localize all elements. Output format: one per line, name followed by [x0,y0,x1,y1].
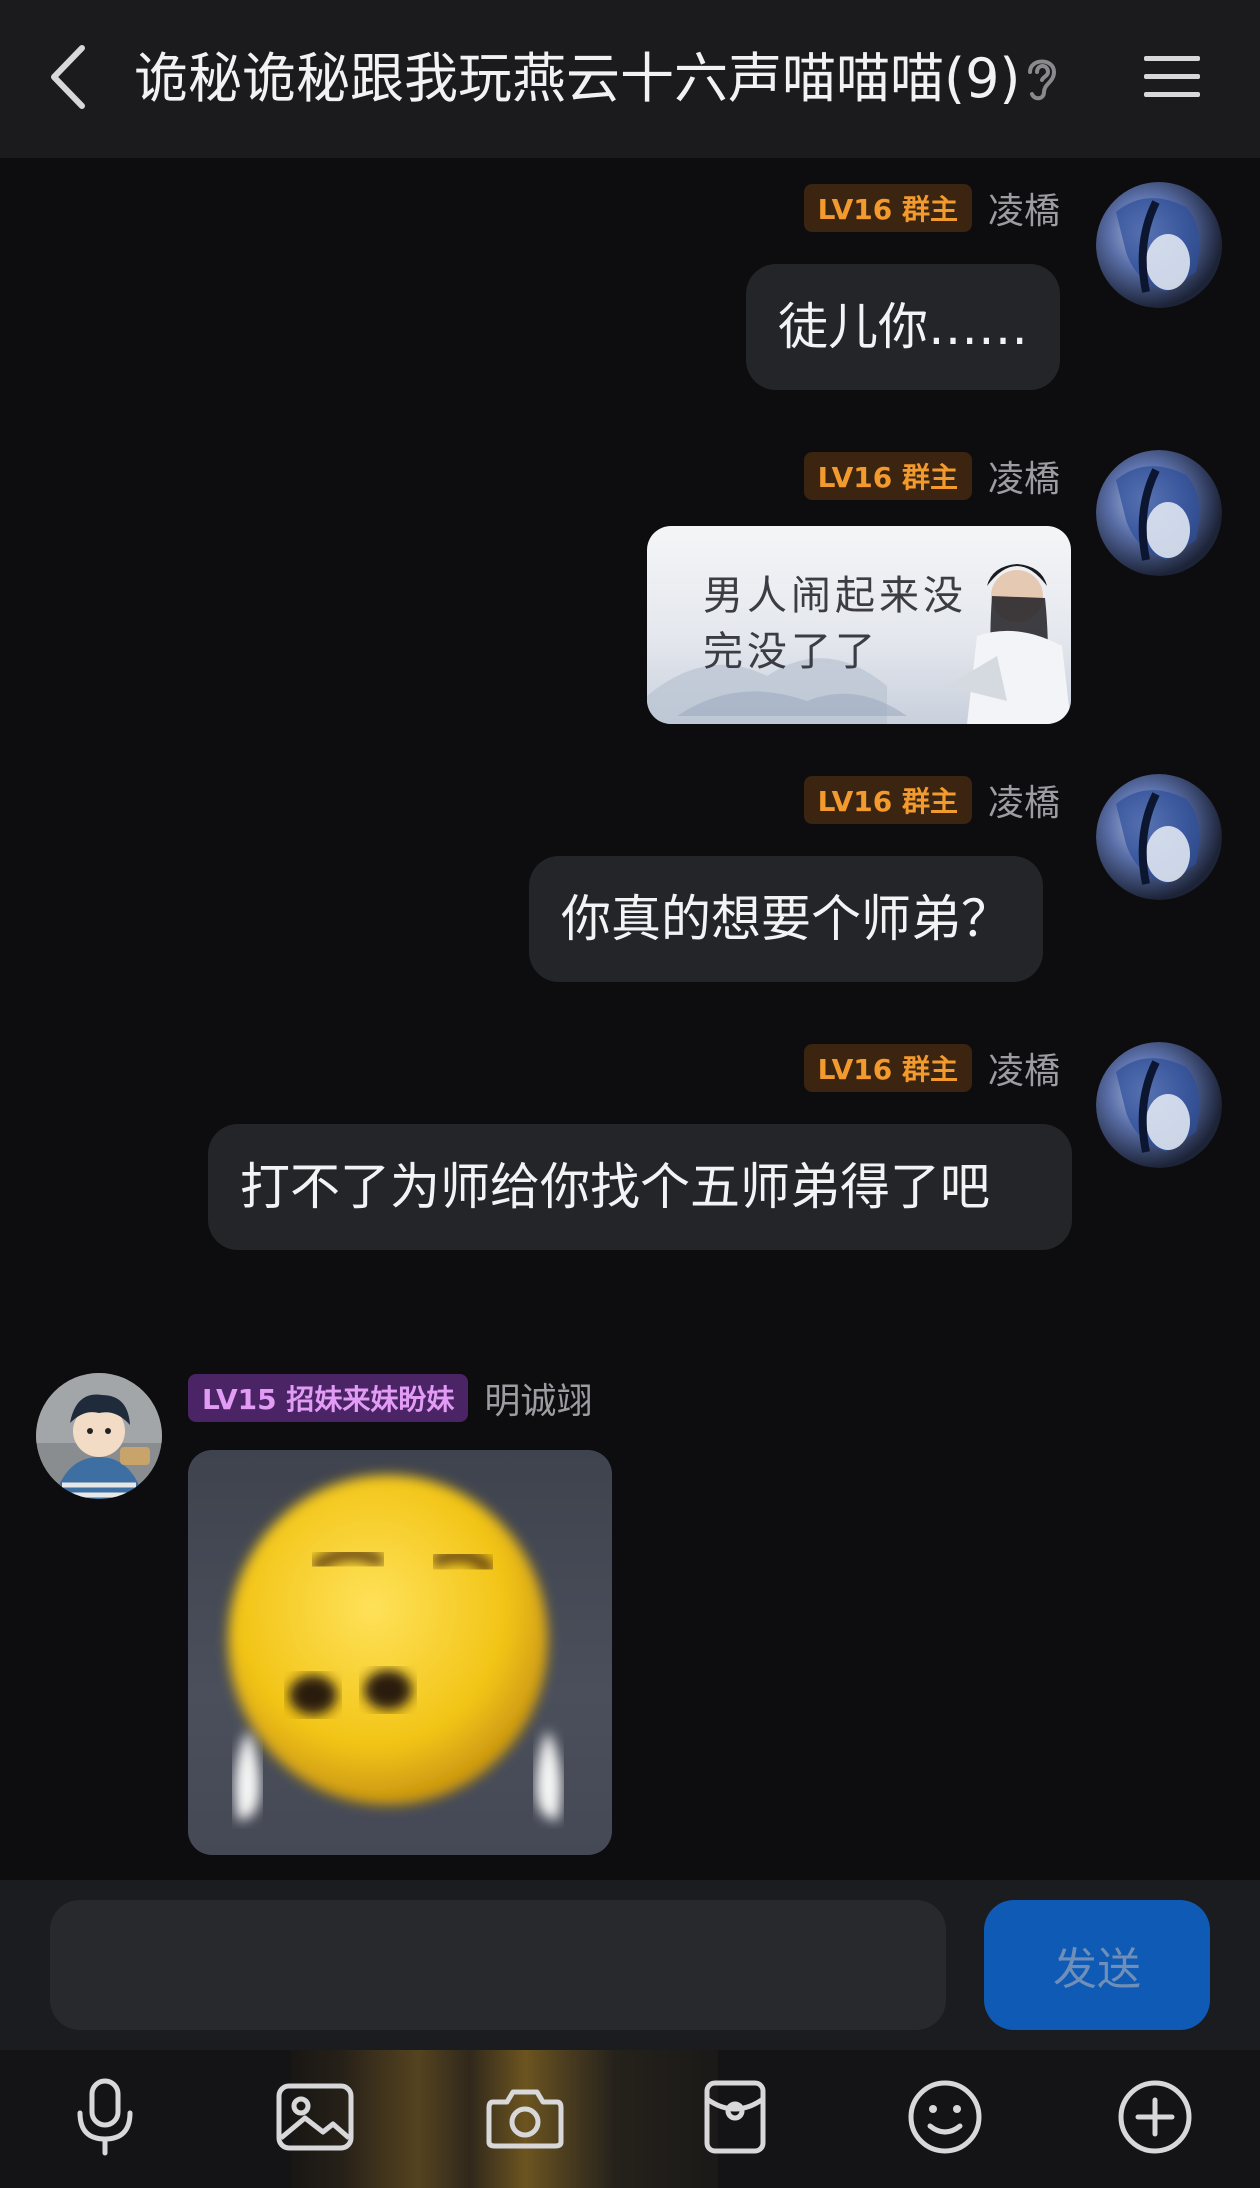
message-meta: LV16 群主 凌橋 [803,450,1060,502]
sender-name[interactable]: 凌橋 [988,450,1060,502]
send-button[interactable]: 发送 [984,1900,1210,2030]
message-bubble[interactable]: 你真的想要个师弟？ [529,856,1043,982]
avatar[interactable] [1096,774,1222,900]
chat-title[interactable]: 诡秘诡秘跟我玩燕云十六声喵喵喵(9) [134,44,1021,114]
sticker-caption-line: 男人闹起来没 [703,573,967,619]
microphone-icon[interactable] [60,2072,150,2162]
level-badge: LV16 群主 [803,776,972,824]
sticker-caption: 男人闹起来没 完没了了 [703,568,967,680]
message-meta: LV16 群主 凌橋 [803,774,1060,826]
sender-name[interactable]: 明诚翊 [484,1372,592,1424]
message-meta: LV15 招妹来妹盼妹 明诚翊 [188,1373,592,1423]
message-bubble[interactable]: 打不了为师给你找个五师弟得了吧 [208,1124,1072,1250]
image-icon[interactable] [270,2072,360,2162]
level-badge: LV16 群主 [803,452,972,500]
message-bubble[interactable]: 徒儿你…… [746,264,1060,390]
message-meta: LV16 群主 凌橋 [803,1042,1060,1094]
sender-name[interactable]: 凌橋 [988,774,1060,826]
input-bar: 发送 [0,1880,1260,2050]
message-input[interactable] [50,1900,946,2030]
level-badge: LV15 招妹来妹盼妹 [188,1374,469,1422]
bottom-toolbar [0,2050,1260,2188]
chat-header: 诡秘诡秘跟我玩燕云十六声喵喵喵(9) [0,0,1260,158]
sender-name[interactable]: 凌橋 [988,182,1060,234]
avatar[interactable] [1096,182,1222,308]
ear-icon[interactable] [1022,52,1062,104]
plus-icon[interactable] [1110,2072,1200,2162]
sticker-image[interactable] [188,1450,612,1855]
sticker-image[interactable]: 男人闹起来没 完没了了 [647,526,1071,724]
menu-icon[interactable] [1142,52,1202,102]
camera-icon[interactable] [480,2072,570,2162]
avatar[interactable] [1096,450,1222,576]
level-badge: LV16 群主 [803,184,972,232]
red-packet-icon[interactable] [690,2072,780,2162]
back-icon[interactable] [44,42,94,112]
sender-name[interactable]: 凌橋 [988,1042,1060,1094]
emoji-icon[interactable] [900,2072,990,2162]
message-meta: LV16 群主 凌橋 [803,182,1060,234]
avatar[interactable] [36,1373,162,1499]
sticker-caption-line: 完没了了 [703,629,879,675]
avatar[interactable] [1096,1042,1222,1168]
level-badge: LV16 群主 [803,1044,972,1092]
